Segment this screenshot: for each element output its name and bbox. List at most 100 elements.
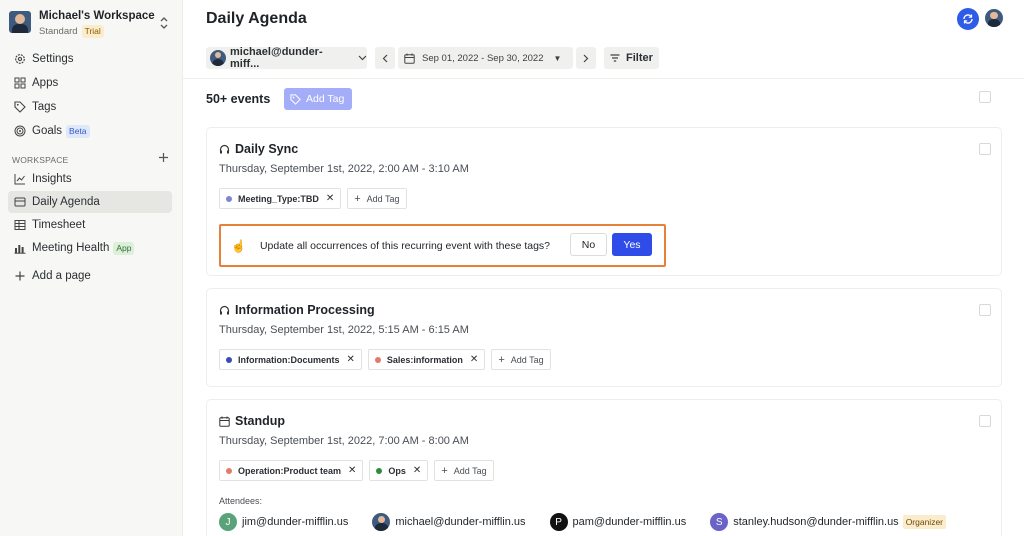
filter-icon — [610, 54, 620, 62]
event-checkbox[interactable] — [979, 143, 991, 155]
caret-down-icon: ▼ — [553, 53, 562, 63]
tag-color-dot — [374, 356, 381, 363]
add-page-button[interactable]: Add a page — [8, 265, 172, 287]
add-tag-label: Add Tag — [453, 465, 487, 476]
attendee-email: michael@dunder-mifflin.us — [395, 516, 526, 528]
add-tag-label: Add Tag — [366, 193, 400, 204]
sidebar-item-settings[interactable]: Settings — [8, 48, 172, 70]
page-title: Daily Agenda — [206, 10, 307, 27]
event-time: Thursday, September 1st, 2022, 5:15 AM -… — [219, 324, 469, 336]
sidebar-item-daily-agenda[interactable]: Daily Agenda — [8, 191, 172, 213]
calendar-icon — [219, 416, 230, 427]
event-card-daily-sync: Daily Sync Thursday, September 1st, 2022… — [206, 127, 1002, 276]
plus-icon: + — [354, 192, 361, 205]
event-title: Standup — [235, 414, 285, 428]
date-range-label: Sep 01, 2022 - Sep 30, 2022 — [422, 52, 544, 64]
remove-tag-icon[interactable]: ✕ — [326, 193, 334, 204]
add-workspace-item-icon[interactable] — [158, 152, 169, 163]
chevron-down-icon — [358, 55, 367, 61]
plus-icon — [15, 271, 25, 281]
tag-label: Meeting_Type:TBD — [238, 193, 319, 204]
table-icon — [14, 220, 26, 230]
workspace-switcher[interactable]: Michael's Workspace Standard Trial — [9, 10, 175, 40]
add-tag-button[interactable]: + Add Tag — [347, 188, 407, 209]
prompt-message: Update all occurrences of this recurring… — [259, 239, 551, 252]
remove-tag-icon[interactable]: ✕ — [347, 354, 355, 365]
attendee[interactable]: S stanley.hudson@dunder-mifflin.us Organ… — [710, 513, 947, 531]
tag-color-dot — [226, 467, 232, 474]
user-avatar[interactable] — [985, 9, 1003, 27]
chart-line-icon — [14, 174, 25, 185]
event-checkbox[interactable] — [979, 415, 991, 427]
sidebar-item-insights[interactable]: Insights — [8, 168, 172, 190]
sidebar-item-label: Meeting Health — [32, 242, 110, 254]
tag-label: Ops — [388, 465, 406, 476]
event-title: Daily Sync — [235, 142, 299, 156]
target-icon — [14, 125, 26, 137]
sidebar-item-apps[interactable]: Apps — [8, 72, 172, 94]
chevron-left-icon — [382, 54, 388, 62]
calendar-icon — [404, 53, 415, 64]
workspace-avatar — [9, 11, 31, 33]
trial-badge: Trial — [81, 25, 104, 38]
user-avatar-small — [210, 50, 226, 66]
event-time: Thursday, September 1st, 2022, 7:00 AM -… — [219, 435, 469, 447]
add-page-label: Add a page — [32, 270, 91, 282]
add-tag-button[interactable]: + Add Tag — [434, 460, 494, 481]
tag-chip: Ops ✕ — [369, 460, 429, 481]
user-selector-label: michael@dunder-miff... — [230, 46, 323, 70]
tag-chip: Meeting_Type:TBD ✕ — [219, 188, 342, 209]
chevron-updown-icon — [160, 17, 168, 29]
plus-icon: + — [498, 353, 505, 366]
toolbar: michael@dunder-miff... Sep 01, 2022 - Se… — [206, 46, 659, 70]
chevron-right-icon — [583, 54, 589, 62]
tag-icon — [14, 101, 26, 113]
add-tag-button[interactable]: + Add Tag — [491, 349, 551, 370]
no-button[interactable]: No — [570, 233, 607, 256]
bar-chart-icon — [14, 245, 26, 254]
beta-badge: Beta — [66, 124, 90, 138]
filter-button[interactable]: Filter — [604, 47, 659, 69]
remove-tag-icon[interactable]: ✕ — [413, 465, 421, 476]
attendee[interactable]: P pam@dunder-mifflin.us — [549, 513, 686, 531]
workspace-section-label: WORKSPACE — [12, 155, 69, 165]
next-range-button[interactable] — [576, 47, 596, 69]
event-tags: Meeting_Type:TBD ✕ + Add Tag — [219, 188, 407, 209]
tag-label: Operation:Product team — [238, 465, 342, 476]
main-content: Daily Agenda michael@dunder-miff... Sep … — [183, 0, 1024, 536]
previous-range-button[interactable] — [375, 47, 395, 69]
sidebar-item-goals[interactable]: Goals Beta — [8, 120, 172, 142]
event-checkbox[interactable] — [979, 304, 991, 316]
remove-tag-icon[interactable]: ✕ — [470, 354, 478, 365]
yes-button[interactable]: Yes — [612, 233, 652, 256]
user-selector[interactable]: michael@dunder-miff... — [206, 46, 367, 70]
select-all-checkbox[interactable] — [979, 91, 991, 103]
add-tag-label: Add Tag — [510, 354, 544, 365]
date-range-selector[interactable]: Sep 01, 2022 - Sep 30, 2022 ▼ — [398, 47, 573, 69]
sync-button[interactable] — [957, 8, 979, 30]
event-tags: Operation:Product team ✕ Ops ✕ + Add Tag — [219, 460, 494, 481]
tag-color-dot — [226, 356, 232, 363]
tag-icon — [290, 93, 301, 105]
recurring-update-prompt: ☝ Update all occurrences of this recurri… — [219, 224, 666, 267]
sidebar-item-label: Insights — [32, 173, 72, 185]
remove-tag-icon[interactable]: ✕ — [348, 465, 356, 476]
event-time: Thursday, September 1st, 2022, 2:00 AM -… — [219, 163, 469, 175]
workspace-plan: Standard — [39, 26, 78, 37]
sidebar-item-timesheet[interactable]: Timesheet — [8, 214, 172, 236]
attendee[interactable]: michael@dunder-mifflin.us — [372, 513, 526, 531]
event-card-standup: Standup Thursday, September 1st, 2022, 7… — [206, 399, 1002, 536]
sidebar-item-label: Daily Agenda — [32, 196, 100, 208]
attendee[interactable]: J jim@dunder-mifflin.us — [219, 513, 348, 531]
sidebar-item-meeting-health[interactable]: Meeting Health App — [8, 237, 172, 259]
gear-icon — [15, 54, 25, 64]
add-tag-bulk-label: Add Tag — [306, 93, 345, 105]
app-badge: App — [113, 241, 135, 255]
attendee-avatar — [372, 513, 391, 531]
event-tags: Information:Documents ✕ Sales:informatio… — [219, 349, 551, 370]
add-tag-bulk-button[interactable]: Add Tag — [284, 88, 352, 110]
sidebar-item-tags[interactable]: Tags — [8, 96, 172, 118]
sidebar-item-label: Timesheet — [32, 219, 86, 231]
attendees-list: J jim@dunder-mifflin.us michael@dunder-m… — [219, 513, 970, 531]
grid-icon — [14, 77, 26, 89]
